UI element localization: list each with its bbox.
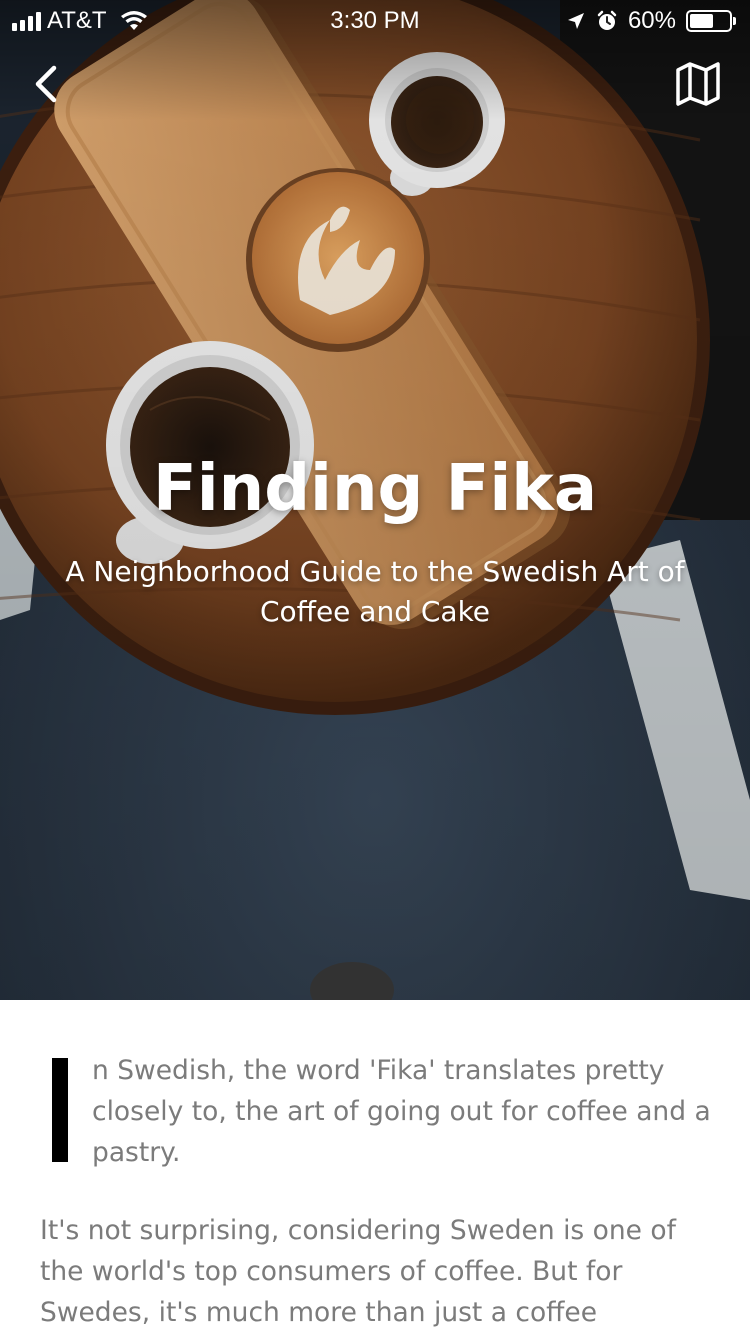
lead-paragraph: n Swedish, the word 'Fika' translates pr… bbox=[52, 1050, 712, 1173]
battery-level bbox=[690, 14, 713, 28]
map-button[interactable] bbox=[674, 60, 722, 108]
battery-percent: 60% bbox=[627, 7, 676, 34]
drop-cap bbox=[52, 1058, 68, 1162]
map-icon bbox=[676, 62, 720, 106]
alarm-icon bbox=[597, 10, 617, 30]
chevron-left-icon bbox=[35, 65, 57, 103]
back-button[interactable] bbox=[28, 60, 68, 108]
battery-icon bbox=[686, 10, 736, 32]
page-subtitle: A Neighborhood Guide to the Swedish Art … bbox=[65, 555, 685, 628]
status-bar: AT&T 3:30 PM 60% bbox=[0, 0, 750, 40]
location-arrow-icon bbox=[567, 13, 584, 29]
page-title: Finding Fika bbox=[152, 452, 598, 526]
article-paragraph: It's not surprising, considering Sweden … bbox=[40, 1215, 676, 1328]
article-body: n Swedish, the word 'Fika' translates pr… bbox=[0, 1000, 750, 1334]
lead-text: n Swedish, the word 'Fika' translates pr… bbox=[92, 1055, 711, 1168]
